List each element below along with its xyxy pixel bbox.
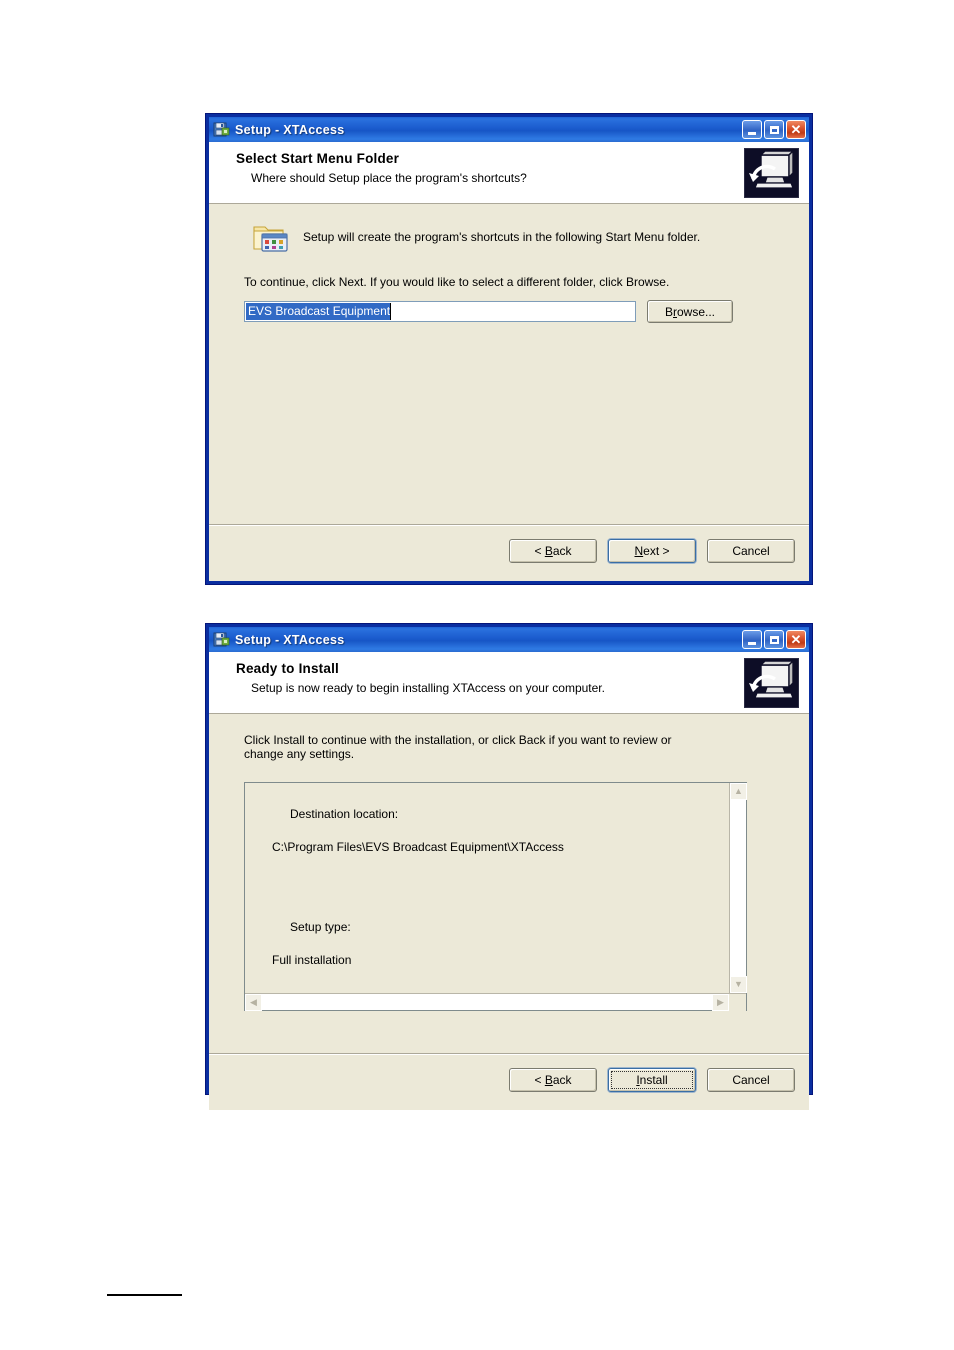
back-button-label: < Back (534, 1073, 572, 1087)
dialog-body: Click Install to continue with the insta… (209, 733, 809, 1054)
computer-install-icon (744, 658, 799, 708)
setup-installer-icon (213, 631, 230, 648)
install-intro: Click Install to continue with the insta… (244, 733, 792, 761)
window-title: Setup - XTAccess (235, 122, 345, 137)
window-title: Setup - XTAccess (235, 632, 345, 647)
page-subtitle: Where should Setup place the program's s… (251, 171, 527, 185)
scroll-down-arrow-icon[interactable]: ▼ (730, 976, 747, 993)
title-bar[interactable]: Setup - XTAccess ✕ (209, 627, 809, 652)
start-menu-folder-input-value: EVS Broadcast Equipment (246, 303, 392, 320)
info-text: Setup will create the program's shortcut… (303, 230, 701, 244)
dialog-client-area: Select Start Menu Folder Where should Se… (209, 142, 809, 581)
next-button-label: Next > (634, 544, 670, 558)
back-button-label: < Back (534, 544, 572, 558)
scrollbar-corner (729, 994, 746, 1011)
close-icon[interactable]: ✕ (786, 630, 806, 649)
install-intro-line1: Click Install to continue with the insta… (244, 733, 672, 747)
window-controls: ✕ (742, 630, 807, 649)
setup-dialog-ready-to-install: Setup - XTAccess ✕ Ready to Install Setu… (205, 623, 813, 1110)
page-title: Select Start Menu Folder (236, 151, 400, 166)
setup-type-label: Setup type: (290, 919, 351, 934)
setup-dialog-select-start-menu-folder: Setup - XTAccess ✕ Select Start Menu Fol… (205, 113, 813, 585)
footer-buttons: < Back Install Cancel (509, 1068, 795, 1092)
scroll-up-arrow-icon[interactable]: ▲ (730, 783, 747, 800)
title-bar[interactable]: Setup - XTAccess ✕ (209, 117, 809, 142)
destination-value: C:\Program Files\EVS Broadcast Equipment… (272, 839, 564, 854)
install-summary-listbox[interactable]: Destination location: C:\Program Files\E… (244, 782, 747, 1011)
minimize-icon[interactable] (742, 120, 762, 139)
back-button[interactable]: < Back (509, 1068, 597, 1092)
close-icon[interactable]: ✕ (786, 120, 806, 139)
start-menu-folder-input[interactable]: EVS Broadcast Equipment (244, 301, 636, 322)
browse-button[interactable]: Browse... (647, 300, 733, 323)
info-row: Setup will create the program's shortcut… (226, 204, 792, 253)
listbox-inner: Destination location: C:\Program Files\E… (245, 783, 747, 993)
cancel-button[interactable]: Cancel (707, 1068, 795, 1092)
page-subtitle: Setup is now ready to begin installing X… (251, 681, 605, 695)
dialog-client-area: Ready to Install Setup is now ready to b… (209, 652, 809, 1110)
maximize-icon[interactable] (764, 630, 784, 649)
back-button[interactable]: < Back (509, 539, 597, 563)
footer-buttons: < Back Next > Cancel (509, 539, 795, 563)
cancel-button[interactable]: Cancel (707, 539, 795, 563)
scroll-left-arrow-icon[interactable]: ◀ (245, 994, 262, 1011)
dialog-body: Setup will create the program's shortcut… (209, 204, 809, 525)
browse-button-label: Browse... (664, 304, 716, 319)
cancel-button-label: Cancel (732, 1073, 770, 1087)
cancel-button-label: Cancel (732, 544, 770, 558)
dialog-header: Select Start Menu Folder Where should Se… (209, 142, 809, 204)
page-title: Ready to Install (236, 661, 339, 676)
dialog-footer: < Back Install Cancel (209, 1053, 809, 1110)
note-text: To continue, click Next. If you would li… (244, 275, 670, 289)
dialog-header: Ready to Install Setup is now ready to b… (209, 652, 809, 714)
install-intro-line2: change any settings. (244, 747, 355, 761)
setup-installer-icon (213, 121, 230, 138)
dialog-footer: < Back Next > Cancel (209, 524, 809, 581)
setup-type-value: Full installation (272, 952, 352, 967)
focus-indicator (611, 1071, 693, 1089)
install-button[interactable]: Install (608, 1068, 696, 1092)
horizontal-scrollbar[interactable]: ◀ ▶ (245, 993, 746, 1011)
vertical-scroll-track[interactable] (730, 800, 746, 976)
scroll-right-arrow-icon[interactable]: ▶ (712, 994, 729, 1011)
horizontal-scroll-track[interactable] (262, 994, 712, 1010)
vertical-scrollbar[interactable]: ▲ ▼ (729, 783, 747, 993)
install-summary-content: Destination location: C:\Program Files\E… (245, 783, 729, 993)
window-controls: ✕ (742, 120, 807, 139)
computer-install-icon (744, 148, 799, 198)
minimize-icon[interactable] (742, 630, 762, 649)
destination-label: Destination location: (290, 806, 399, 821)
next-button[interactable]: Next > (608, 539, 696, 563)
folder-field-row: EVS Broadcast Equipment Browse... (244, 300, 792, 323)
start-menu-folder-icon (253, 222, 289, 253)
maximize-icon[interactable] (764, 120, 784, 139)
footnote-separator (107, 1294, 182, 1296)
